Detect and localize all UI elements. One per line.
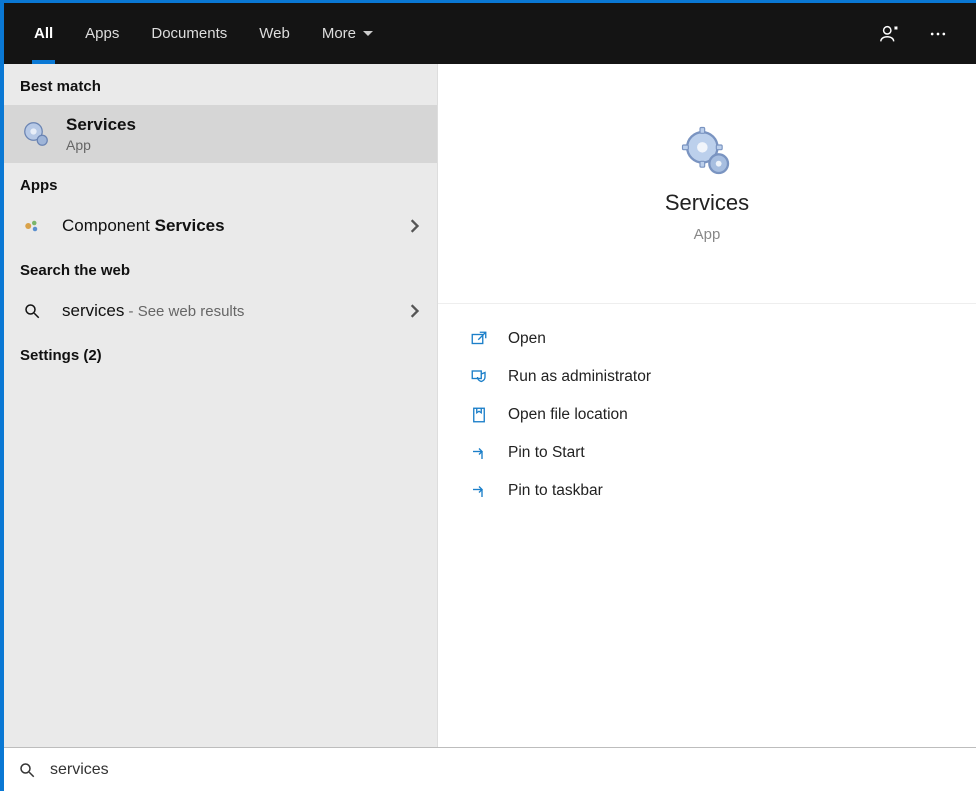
detail-subtitle: App: [694, 226, 721, 243]
services-gear-icon: [20, 118, 52, 150]
component-services-icon: [20, 217, 44, 235]
section-apps: Apps: [4, 163, 437, 204]
result-web-search[interactable]: services - See web results: [4, 289, 437, 333]
tab-web[interactable]: Web: [243, 4, 306, 64]
results-pane: Best match Services App Apps: [4, 64, 438, 747]
best-match-subtitle: App: [66, 137, 136, 153]
detail-title: Services: [665, 190, 749, 216]
section-best-match: Best match: [4, 64, 437, 105]
label-prefix: Component: [62, 216, 155, 235]
action-pin-to-taskbar[interactable]: Pin to taskbar: [462, 472, 952, 510]
tab-apps[interactable]: Apps: [69, 4, 135, 64]
open-icon: [468, 330, 490, 348]
action-label: Open file location: [508, 406, 628, 424]
web-hint: - See web results: [124, 303, 244, 320]
search-input[interactable]: [50, 761, 962, 779]
services-gear-icon: [679, 124, 735, 180]
result-best-match[interactable]: Services App: [4, 105, 437, 163]
web-query: services: [62, 301, 124, 320]
tab-label: Documents: [151, 25, 227, 42]
feedback-icon[interactable]: [866, 10, 914, 58]
result-label: services - See web results: [62, 301, 389, 321]
pin-icon: [468, 444, 490, 462]
chevron-down-icon: [362, 28, 374, 40]
result-label: Component Services: [62, 216, 389, 236]
search-bar[interactable]: [4, 747, 976, 791]
label-bold: Services: [155, 216, 225, 235]
section-search-web: Search the web: [4, 248, 437, 289]
chevron-right-icon[interactable]: [407, 304, 421, 318]
chevron-right-icon[interactable]: [407, 219, 421, 233]
action-pin-to-start[interactable]: Pin to Start: [462, 434, 952, 472]
pin-icon: [468, 482, 490, 500]
folder-icon: [468, 406, 490, 424]
tab-label: All: [34, 25, 53, 42]
action-open-file-location[interactable]: Open file location: [462, 396, 952, 434]
tab-label: More: [322, 25, 356, 42]
tab-label: Apps: [85, 25, 119, 42]
action-label: Open: [508, 330, 546, 348]
shield-icon: [468, 368, 490, 386]
search-icon: [20, 302, 44, 320]
action-label: Run as administrator: [508, 368, 651, 386]
more-options-icon[interactable]: [914, 10, 962, 58]
tab-documents[interactable]: Documents: [135, 4, 243, 64]
action-label: Pin to taskbar: [508, 482, 603, 500]
action-open[interactable]: Open: [462, 320, 952, 358]
action-run-as-admin[interactable]: Run as administrator: [462, 358, 952, 396]
tab-all[interactable]: All: [18, 4, 69, 64]
search-tab-bar: All Apps Documents Web More: [4, 0, 976, 64]
result-component-services[interactable]: Component Services: [4, 204, 437, 248]
tab-label: Web: [259, 25, 290, 42]
action-label: Pin to Start: [508, 444, 585, 462]
best-match-title: Services: [66, 115, 136, 135]
section-settings[interactable]: Settings (2): [4, 333, 437, 374]
search-icon: [18, 761, 36, 779]
tab-more[interactable]: More: [306, 4, 390, 64]
detail-pane: Services App Open Run as administrator: [438, 64, 976, 747]
